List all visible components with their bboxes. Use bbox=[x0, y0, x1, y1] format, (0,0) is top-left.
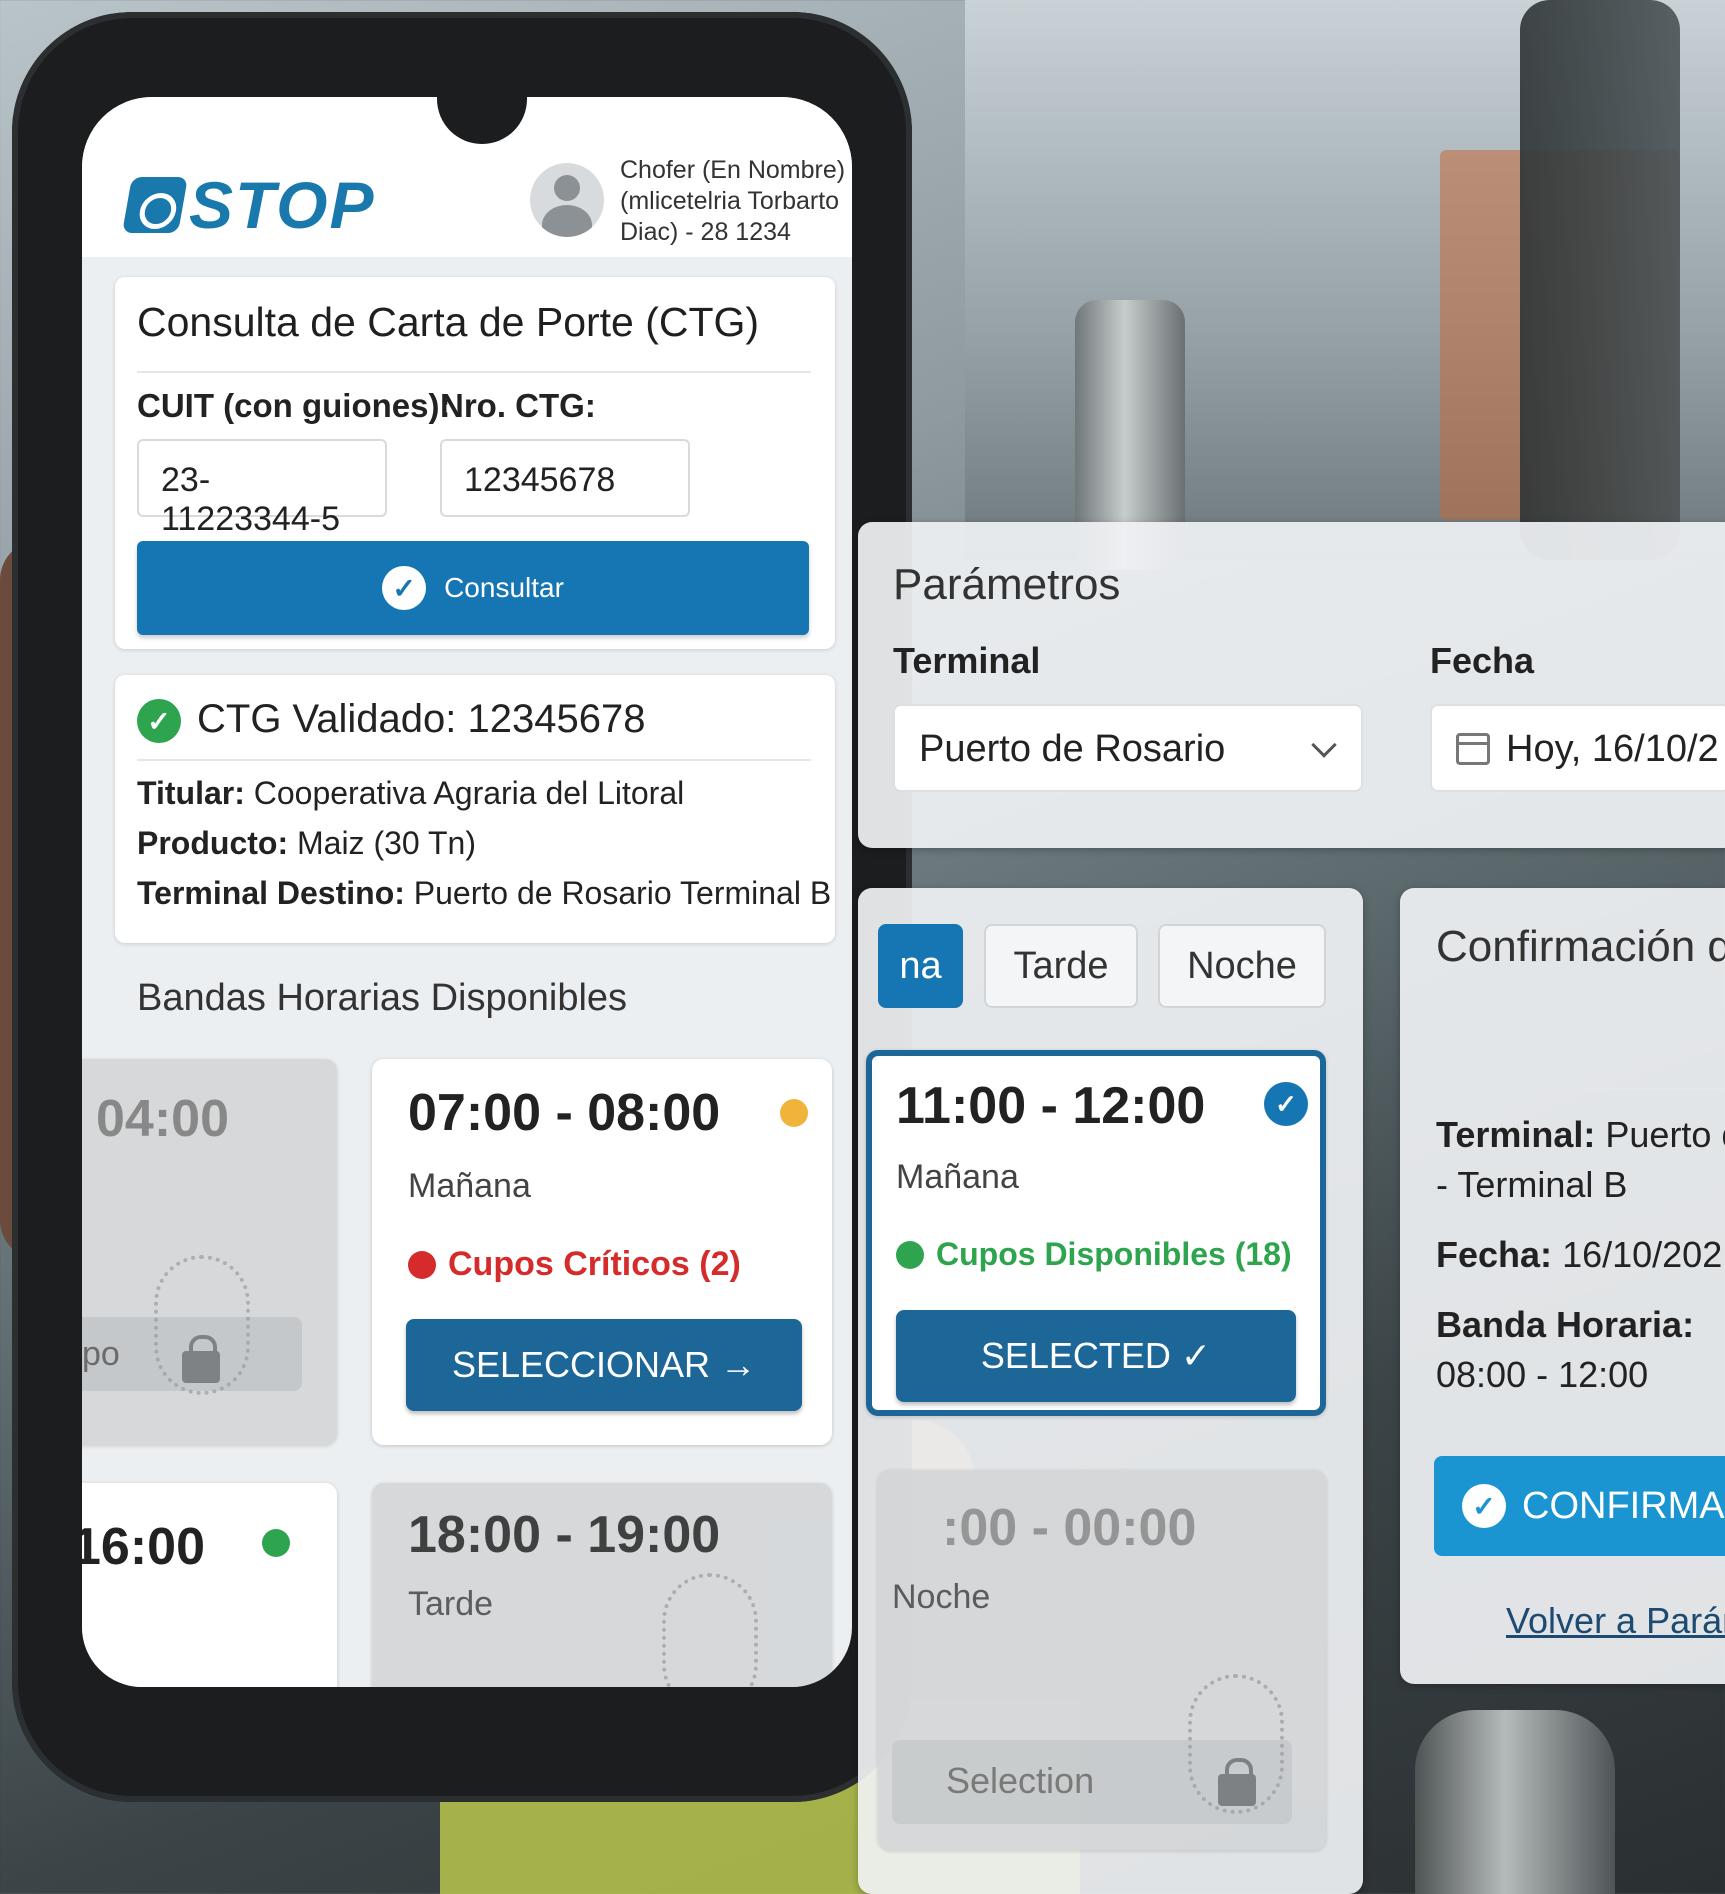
ctg-result-title: CTG Validado: 12345678 bbox=[197, 697, 646, 741]
available-dot-icon bbox=[896, 1240, 924, 1269]
user-avatar[interactable] bbox=[530, 163, 604, 237]
ctg-result-card: ✓ CTG Validado: 12345678 Titular: Cooper… bbox=[115, 675, 835, 943]
tab-noche[interactable]: Noche bbox=[1158, 924, 1326, 1008]
cuit-label: CUIT (con guiones): bbox=[137, 387, 451, 424]
terminal-select-value: Puerto de Rosario bbox=[919, 728, 1226, 770]
fecha-label: Fecha bbox=[1430, 640, 1535, 681]
divider bbox=[1434, 1088, 1725, 1090]
selected-check-icon: ✓ bbox=[1264, 1082, 1308, 1126]
terminal-label: Terminal bbox=[893, 640, 1041, 681]
confirm-fecha-label: Fecha: bbox=[1436, 1234, 1553, 1275]
consultar-button[interactable]: ✓ Consultar bbox=[137, 541, 809, 635]
fingerprint-icon bbox=[662, 1573, 758, 1687]
selection-label: Selection bbox=[946, 1760, 1095, 1801]
producto-value: Maiz (30 Tn) bbox=[296, 825, 476, 861]
parametros-title: Parámetros bbox=[893, 560, 1121, 609]
slot-period: Tarde bbox=[408, 1585, 494, 1623]
slot-period: Mañana bbox=[896, 1158, 1019, 1196]
slot-disabled-label: po bbox=[82, 1335, 120, 1373]
lock-icon bbox=[182, 1335, 220, 1383]
time-slot-card[interactable]: 16:00 bbox=[82, 1483, 337, 1687]
cuit-input[interactable]: 23-11223344-5 bbox=[137, 439, 387, 538]
time-slot-card[interactable]: 04:00 po bbox=[82, 1059, 337, 1445]
confirm-banda-value: 08:00 - 12:00 bbox=[1436, 1354, 1649, 1395]
chevron-down-icon bbox=[1311, 732, 1337, 758]
selected-time-slot-card[interactable]: 11:00 - 12:00 ✓ Mañana Cupos Disponibles… bbox=[866, 1050, 1326, 1416]
terminal-select[interactable]: Puerto de Rosario bbox=[893, 704, 1363, 792]
terminal-destino-label: Terminal Destino: bbox=[137, 875, 405, 911]
slot-time: 04:00 bbox=[96, 1090, 229, 1148]
slot-time: :00 - 00:00 bbox=[942, 1499, 1197, 1557]
slot-time: 18:00 - 19:00 bbox=[408, 1506, 721, 1564]
check-circle-icon: ✓ bbox=[137, 699, 181, 743]
confirmacion-title: Confirmación d bbox=[1436, 922, 1725, 971]
background-thermos-bottom bbox=[1415, 1710, 1615, 1894]
calendar-icon bbox=[1456, 733, 1490, 765]
confirm-terminal-value: Puerto d bbox=[1605, 1114, 1725, 1155]
titular-label: Titular: bbox=[137, 775, 245, 811]
confirm-fecha-row: Fecha: 16/10/202 bbox=[1436, 1230, 1722, 1280]
slot-selection-panel: na Tarde Noche 11:00 - 12:00 ✓ Mañana Cu… bbox=[858, 888, 1363, 1894]
slot-status-text: Cupos Críticos (2) bbox=[448, 1245, 741, 1283]
check-circle-icon: ✓ bbox=[1462, 1484, 1506, 1528]
terminal-destino-value: Puerto de Rosario Terminal B bbox=[413, 875, 832, 911]
titular-row: Titular: Cooperativa Agraria del Litoral bbox=[137, 775, 684, 812]
parametros-panel: Parámetros Terminal Puerto de Rosario Fe… bbox=[858, 522, 1725, 848]
slot-time: 16:00 bbox=[82, 1518, 205, 1576]
logo-text: STOP bbox=[189, 168, 376, 242]
divider bbox=[137, 759, 811, 761]
fecha-input[interactable]: Hoy, 16/10/2 bbox=[1430, 704, 1725, 792]
slot-period: Noche bbox=[892, 1578, 991, 1616]
driver-info: Chofer (En Nombre) (mlicetelria Torbarto… bbox=[620, 156, 846, 246]
time-slot-card[interactable]: 07:00 - 08:00 Mañana Cupos Críticos (2) … bbox=[372, 1059, 832, 1445]
phone-screen: STOP Chofer (En Nombre) (mlicetelria Tor… bbox=[82, 97, 852, 1687]
ctg-number-label: Nro. CTG: bbox=[440, 387, 596, 424]
bandas-title: Bandas Horarias Disponibles bbox=[137, 977, 628, 1019]
confirmar-label: CONFIRMAR bbox=[1522, 1484, 1725, 1527]
producto-row: Producto: Maiz (30 Tn) bbox=[137, 825, 476, 862]
check-circle-icon: ✓ bbox=[382, 566, 427, 610]
slot-time: 11:00 - 12:00 bbox=[896, 1077, 1206, 1135]
terminal-destino-row: Terminal Destino: Puerto de Rosario Term… bbox=[137, 875, 831, 912]
confirm-fecha-value: 16/10/202 bbox=[1562, 1234, 1723, 1275]
confirmar-button[interactable]: ✓ CONFIRMAR bbox=[1434, 1456, 1725, 1556]
critical-dot-icon bbox=[408, 1250, 436, 1279]
ctg-query-title: Consulta de Carta de Porte (CTG) bbox=[137, 299, 760, 345]
background-window-pillar bbox=[1520, 0, 1680, 560]
titular-value: Cooperativa Agraria del Litoral bbox=[253, 775, 685, 811]
selected-button[interactable]: SELECTED ✓ bbox=[896, 1310, 1296, 1402]
consultar-label: Consultar bbox=[444, 572, 564, 603]
confirm-terminal-line2: - Terminal B bbox=[1436, 1164, 1628, 1205]
confirm-terminal-row: Terminal: Puerto d bbox=[1436, 1110, 1725, 1160]
slot-status: Cupos Críticos (2) bbox=[408, 1245, 741, 1284]
fecha-value: Hoy, 16/10/2 bbox=[1506, 728, 1719, 770]
time-slot-card[interactable]: :00 - 00:00 Noche Selection bbox=[878, 1470, 1326, 1850]
status-indicator-icon bbox=[262, 1529, 290, 1557]
slot-time: 07:00 - 08:00 bbox=[408, 1084, 721, 1142]
time-slot-card[interactable]: 18:00 - 19:00 Tarde bbox=[372, 1483, 832, 1687]
slot-status-text: Cupos Disponibles (18) bbox=[936, 1236, 1292, 1272]
app-logo[interactable]: STOP bbox=[122, 167, 376, 243]
tab-tarde[interactable]: Tarde bbox=[984, 924, 1138, 1008]
phone-device: STOP Chofer (En Nombre) (mlicetelria Tor… bbox=[12, 12, 912, 1802]
confirm-terminal-label: Terminal: bbox=[1436, 1114, 1596, 1155]
status-indicator-icon bbox=[780, 1099, 808, 1127]
divider bbox=[137, 371, 811, 373]
lock-icon bbox=[1218, 1758, 1256, 1806]
confirmacion-panel: Confirmación d Terminal: Puerto d - Term… bbox=[1400, 888, 1725, 1684]
slot-period: Mañana bbox=[408, 1167, 531, 1205]
logo-icon bbox=[122, 177, 188, 233]
confirm-banda-label-text: Banda Horaria: bbox=[1436, 1304, 1695, 1345]
seleccionar-button[interactable]: SELECCIONAR → bbox=[406, 1319, 802, 1411]
producto-label: Producto: bbox=[137, 825, 289, 861]
ctg-number-input[interactable]: 12345678 bbox=[440, 439, 690, 517]
slot-status: Cupos Disponibles (18) bbox=[896, 1236, 1292, 1273]
tab-manana[interactable]: na bbox=[878, 924, 963, 1008]
ctg-query-card: Consulta de Carta de Porte (CTG) CUIT (c… bbox=[115, 277, 835, 649]
confirm-banda-label: Banda Horaria: bbox=[1436, 1300, 1694, 1350]
volver-link[interactable]: Volver a Parám bbox=[1506, 1600, 1725, 1642]
